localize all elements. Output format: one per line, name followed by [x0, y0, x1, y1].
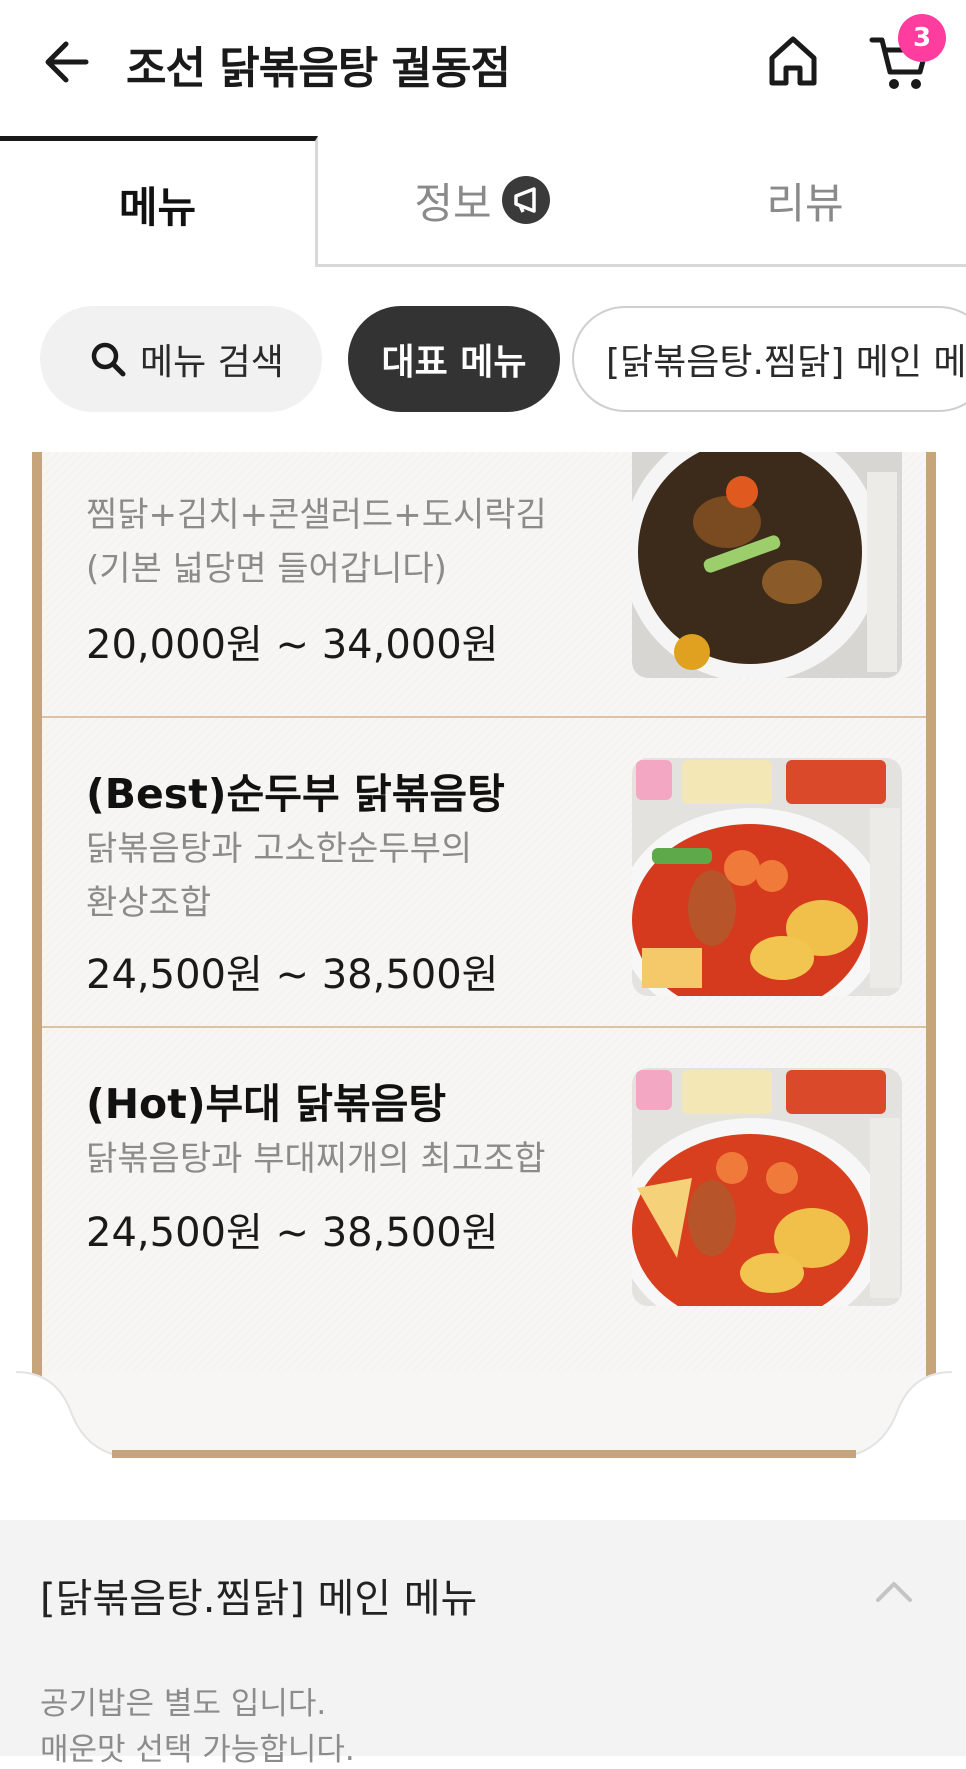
menu-item-photo — [632, 452, 902, 678]
tab-info-label: 정보 — [414, 178, 492, 228]
chevron-up-icon[interactable] — [874, 1576, 914, 1606]
board-frame-bottom — [112, 1450, 856, 1458]
section-note: 매운맛 선택 가능합니다. — [40, 1732, 355, 1768]
tab-info[interactable]: 정보 — [322, 136, 642, 264]
tab-menu-label: 메뉴 — [118, 182, 197, 232]
menu-item-desc: 찜닭+김치+콘샐러드+도시락김 — [86, 495, 547, 535]
menu-item-price: 20,000원 ~ 34,000원 — [86, 622, 499, 668]
representative-menu-chip[interactable]: 대표 메뉴 — [348, 306, 560, 412]
menu-item[interactable]: (Hot)부대 닭볶음탕 닭볶음탕과 부대찌개의 최고조합 24,500원 ~ … — [42, 1028, 926, 1338]
category-chips: 메뉴 검색 대표 메뉴 [닭볶음탕.찜닭] 메인 메... — [0, 300, 966, 416]
menu-item-desc: (기본 넓당면 들어갑니다) — [86, 549, 447, 589]
menu-item-desc: 환상조합 — [86, 883, 212, 923]
back-arrow-icon[interactable] — [40, 34, 96, 90]
tab-review-label: 리뷰 — [766, 178, 844, 228]
menu-item-price: 24,500원 ~ 38,500원 — [86, 952, 499, 998]
store-title: 조선 닭볶음탕 궐동점 — [126, 43, 511, 94]
search-icon — [91, 342, 126, 377]
menu-item-price: 24,500원 ~ 38,500원 — [86, 1210, 499, 1256]
home-icon[interactable] — [762, 30, 824, 92]
cart-count-badge: 3 — [898, 14, 946, 62]
section-note: 공기밥은 별도 입니다. — [40, 1686, 327, 1722]
menu-item-desc: 닭볶음탕과 고소한순두부의 — [86, 829, 473, 869]
scroll-curl-right — [842, 1371, 952, 1462]
main-menu-chip[interactable]: [닭볶음탕.찜닭] 메인 메... — [572, 306, 966, 412]
menu-item-photo — [632, 1068, 902, 1306]
tab-review[interactable]: 리뷰 — [660, 136, 950, 264]
tab-menu[interactable]: 메뉴 — [0, 136, 318, 267]
representative-menu-label: 대표 메뉴 — [381, 342, 527, 383]
menu-item-partial[interactable]: 찜닭+김치+콘샐러드+도시락김 (기본 넓당면 들어갑니다) 20,000원 ~… — [42, 452, 926, 716]
menu-item-name: (Best)순두부 닭볶음탕 — [86, 770, 505, 818]
scroll-curl-left — [16, 1371, 126, 1462]
main-menu-chip-label: [닭볶음탕.찜닭] 메인 메... — [606, 342, 966, 383]
menu-item-desc: 닭볶음탕과 부대찌개의 최고조합 — [86, 1139, 546, 1179]
megaphone-icon — [501, 176, 550, 224]
board-frame-right — [926, 452, 936, 1377]
menu-item-photo — [632, 758, 902, 996]
main-menu-section-header[interactable]: [닭볶음탕.찜닭] 메인 메뉴 공기밥은 별도 입니다. 매운맛 선택 가능합니… — [0, 1520, 966, 1768]
board-frame-left — [32, 452, 42, 1377]
section-title: [닭볶음탕.찜닭] 메인 메뉴 — [40, 1576, 478, 1622]
menu-item-name: (Hot)부대 닭볶음탕 — [86, 1080, 447, 1128]
board-bottom — [32, 1370, 936, 1458]
menu-item[interactable]: (Best)순두부 닭볶음탕 닭볶음탕과 고소한순두부의 환상조합 24,500… — [42, 718, 926, 1026]
app-header: 조선 닭볶음탕 궐동점 3 — [0, 0, 966, 130]
menu-search-label: 메뉴 검색 — [140, 342, 284, 383]
store-tabs: 메뉴 정보 리뷰 — [0, 136, 966, 267]
menu-search-chip[interactable]: 메뉴 검색 — [40, 306, 322, 412]
menu-board: 찜닭+김치+콘샐러드+도시락김 (기본 넓당면 들어갑니다) 20,000원 ~… — [16, 452, 952, 1462]
